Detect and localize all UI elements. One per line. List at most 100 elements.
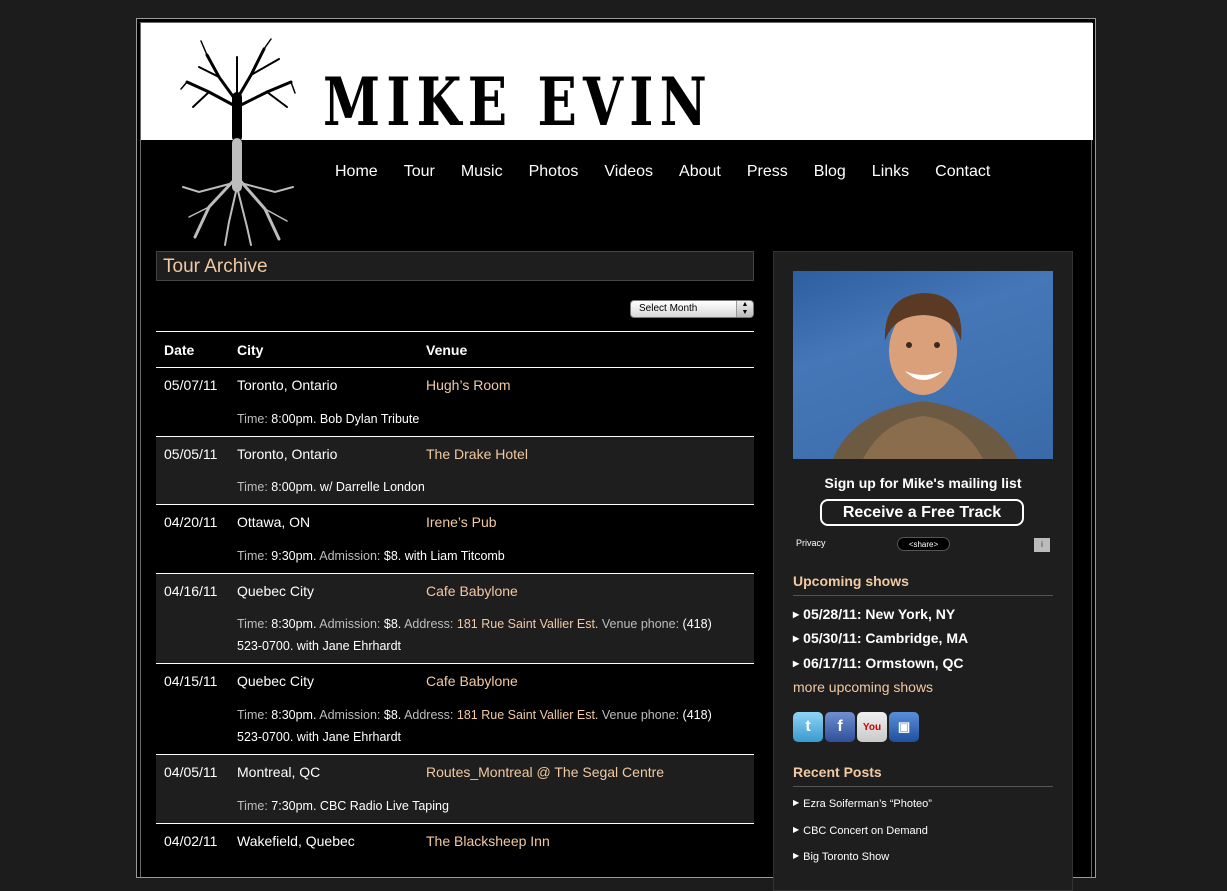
upcoming-show[interactable]: ▶ 06/17/11: Ormstown, QC — [793, 655, 963, 671]
table-row: 05/07/11 Toronto, Ontario Hugh’s Room Ti… — [156, 368, 754, 437]
page-inner: MIKE EVIN Home Tour Music Photos Videos … — [140, 22, 1093, 891]
month-select-value: Select Month — [639, 303, 698, 314]
artist-portrait-icon — [833, 293, 1018, 459]
privacy-link[interactable]: Privacy — [796, 538, 826, 548]
post-title: Ezra Soiferman’s “Photeo” — [803, 798, 932, 810]
row-venue-link[interactable]: Irene’s Pub — [426, 514, 497, 530]
upcoming-show[interactable]: ▶ 05/28/11: New York, NY — [793, 606, 955, 622]
page-title-bar: Tour Archive — [156, 251, 754, 281]
nav-links[interactable]: Links — [872, 163, 909, 181]
arrow-right-icon: ▶ — [793, 825, 800, 834]
arrow-right-icon: ▶ — [793, 610, 800, 619]
time-value: 8:00pm. Bob Dylan Tribute — [271, 412, 420, 426]
time-value: 7:30pm. CBC Radio Live Taping — [271, 799, 449, 813]
time-label: Time: — [237, 549, 268, 563]
row-venue-link[interactable]: Cafe Babylone — [426, 583, 518, 599]
free-track-button[interactable]: Receive a Free Track — [820, 499, 1024, 526]
upcoming-show[interactable]: ▶ 05/30/11: Cambridge, MA — [793, 630, 968, 646]
nav-blog[interactable]: Blog — [814, 163, 846, 181]
address-link[interactable]: 181 Rue Saint Vallier Est. — [457, 708, 599, 722]
nav-videos[interactable]: Videos — [604, 163, 653, 181]
row-venue-link[interactable]: Routes_Montreal @ The Segal Centre — [426, 764, 664, 780]
row-city: Quebec City — [237, 673, 315, 689]
social-links: t f You ▣ — [793, 712, 921, 742]
row-date: 04/05/11 — [164, 764, 218, 780]
main-content: Tour Archive Select Month ▲ ▼ Date City V… — [156, 251, 754, 849]
address-link[interactable]: 181 Rue Saint Vallier Est. — [457, 617, 599, 631]
row-venue-link[interactable]: Cafe Babylone — [426, 673, 518, 689]
nav-home[interactable]: Home — [335, 163, 378, 181]
row-venue-link[interactable]: Hugh’s Room — [426, 377, 511, 393]
row-city: Wakefield, Quebec — [237, 833, 355, 849]
recent-post[interactable]: ▶ Big Toronto Show — [793, 851, 889, 863]
page-title: Tour Archive — [163, 256, 268, 277]
time-label: Time: — [237, 412, 268, 426]
nav-music[interactable]: Music — [461, 163, 503, 181]
sidebar: Sign up for Mike's mailing list Receive … — [773, 251, 1073, 891]
admission-label: Admission: — [319, 617, 381, 631]
twitter-icon[interactable]: t — [793, 712, 823, 742]
show-text: 06/17/11: Ormstown, QC — [803, 655, 964, 671]
row-venue-link[interactable]: The Drake Hotel — [426, 446, 528, 462]
row-date: 04/02/11 — [164, 833, 218, 849]
row-date: 05/07/11 — [164, 377, 218, 393]
time-label: Time: — [237, 708, 268, 722]
show-text: 05/30/11: Cambridge, MA — [803, 630, 969, 646]
table-row: 05/05/11 Toronto, Ontario The Drake Hote… — [156, 437, 754, 505]
tree-logo-icon — [180, 38, 296, 246]
arrow-right-icon: ▶ — [793, 798, 800, 807]
time-value: 8:30pm. — [271, 708, 317, 722]
admission-value: $8. with Liam Titcomb — [383, 549, 505, 563]
row-venue-link[interactable]: The Blacksheep Inn — [426, 833, 550, 849]
main-nav: Home Tour Music Photos Videos About Pres… — [335, 163, 1016, 181]
time-value: 9:30pm. — [271, 549, 317, 563]
nav-press[interactable]: Press — [747, 163, 788, 181]
time-value: 8:00pm. w/ Darrelle London — [271, 480, 425, 494]
admission-value: $8. — [383, 708, 402, 722]
table-row: 04/20/11 Ottawa, ON Irene’s Pub Time: 9:… — [156, 505, 754, 574]
row-date: 04/20/11 — [164, 514, 218, 530]
mailing-list-heading: Sign up for Mike's mailing list — [824, 475, 1022, 491]
col-venue: Venue — [426, 342, 468, 358]
myspace-icon[interactable]: ▣ — [889, 712, 919, 742]
row-city: Ottawa, ON — [237, 514, 311, 530]
nav-about[interactable]: About — [679, 163, 721, 181]
row-detail: Time: 8:00pm. Bob Dylan Tribute — [237, 408, 724, 430]
show-text: 05/28/11: New York, NY — [803, 606, 956, 622]
row-date: 05/05/11 — [164, 446, 218, 462]
row-city: Quebec City — [237, 583, 315, 599]
phone-label: Venue phone: — [601, 617, 680, 631]
info-button[interactable]: i — [1034, 538, 1050, 552]
table-row: 04/16/11 Quebec City Cafe Babylone Time:… — [156, 574, 754, 664]
upcoming-heading: Upcoming shows — [793, 573, 1053, 596]
page-frame: MIKE EVIN Home Tour Music Photos Videos … — [136, 18, 1096, 891]
recent-posts-heading: Recent Posts — [793, 764, 1053, 787]
nav-photos[interactable]: Photos — [529, 163, 579, 181]
more-shows-link[interactable]: more upcoming shows — [793, 679, 933, 695]
row-detail: Time: 9:30pm. Admission: $8. with Liam T… — [237, 545, 724, 567]
nav-contact[interactable]: Contact — [935, 163, 990, 181]
row-detail: Time: 8:00pm. w/ Darrelle London — [237, 476, 724, 498]
facebook-icon[interactable]: f — [825, 712, 855, 742]
admission-label: Admission: — [319, 708, 381, 722]
recent-post[interactable]: ▶ CBC Concert on Demand — [793, 825, 928, 837]
site-logo[interactable]: MIKE EVIN — [323, 63, 723, 135]
table-row: 04/02/11 Wakefield, Quebec The Blackshee… — [156, 824, 754, 884]
row-city: Toronto, Ontario — [237, 446, 338, 462]
arrow-right-icon: ▶ — [793, 634, 800, 643]
share-button[interactable]: <share> — [897, 537, 950, 551]
row-date: 04/16/11 — [164, 583, 218, 599]
address-label: Address: — [404, 617, 454, 631]
post-title: CBC Concert on Demand — [803, 825, 928, 837]
nav-tour[interactable]: Tour — [404, 163, 435, 181]
youtube-icon[interactable]: You — [857, 712, 887, 742]
phone-label: Venue phone: — [601, 708, 680, 722]
month-select[interactable]: Select Month ▲ ▼ — [630, 300, 754, 318]
row-detail: Time: 8:30pm. Admission: $8. Address: 18… — [237, 613, 724, 657]
time-label: Time: — [237, 617, 268, 631]
admission-value: $8. — [383, 617, 402, 631]
row-city: Toronto, Ontario — [237, 377, 338, 393]
tour-table: Date City Venue 05/07/11 Toronto, Ontari… — [156, 331, 754, 884]
post-title: Big Toronto Show — [803, 851, 890, 863]
recent-post[interactable]: ▶ Ezra Soiferman’s “Photeo” — [793, 798, 932, 810]
